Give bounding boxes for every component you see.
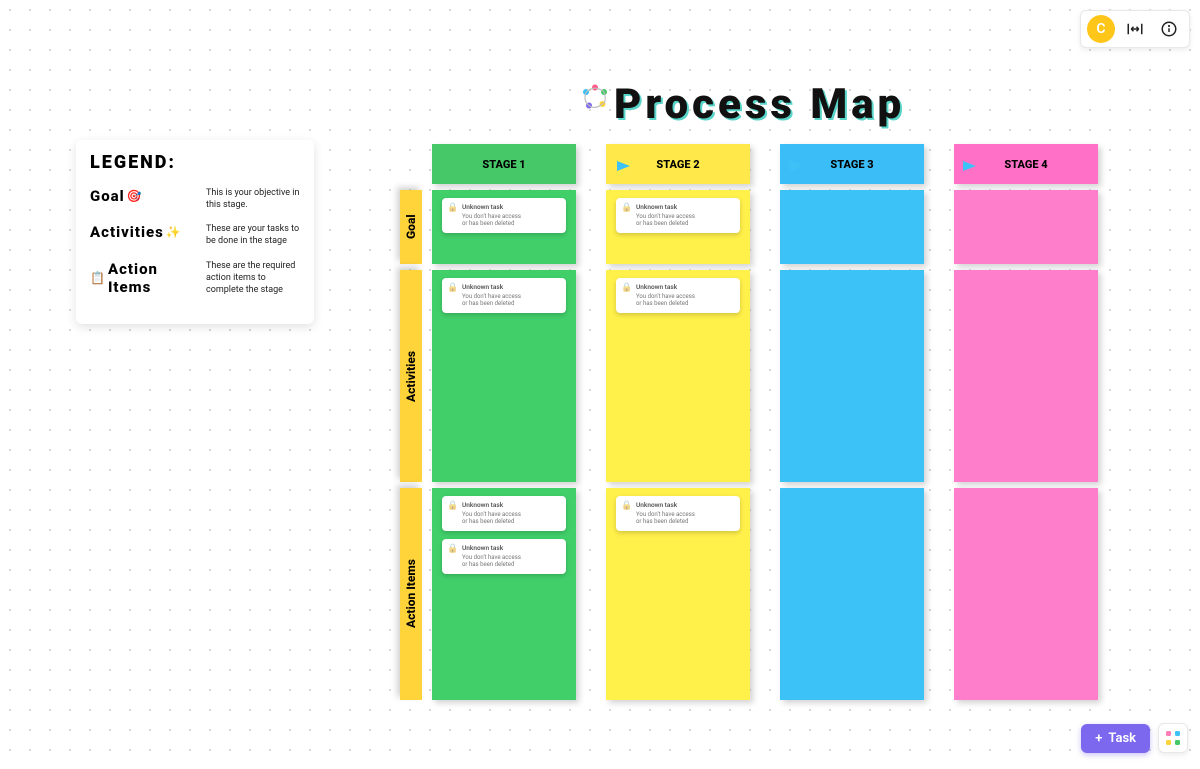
stages: STAGE 1 Unknown task You don't have acce…: [432, 144, 1098, 700]
card-unknown-task[interactable]: Unknown task You don't have access or ha…: [442, 278, 566, 313]
page-title: Process Map: [614, 80, 905, 129]
legend-desc-action-items: These are the required action items to c…: [206, 260, 300, 296]
card-line: You don't have access: [636, 293, 734, 300]
row-label-goal: Goal: [400, 190, 422, 264]
card-line: or has been deleted: [462, 518, 560, 525]
row-labels: Goal Activities Action Items: [400, 190, 422, 700]
legend-card: LEGEND: Goal🎯 This is your objective in …: [76, 140, 314, 324]
card-line: or has been deleted: [636, 518, 734, 525]
process-board: Goal Activities Action Items STAGE 1 Unk…: [400, 144, 1098, 700]
card-unknown-task[interactable]: Unknown task You don't have access or ha…: [442, 198, 566, 233]
stage-2-column: STAGE 2 Unknown task You don't have acce…: [606, 144, 750, 700]
stage-1-activities-cell[interactable]: Unknown task You don't have access or ha…: [432, 270, 576, 482]
card-line: or has been deleted: [636, 300, 734, 307]
top-toolbar: C: [1080, 10, 1190, 48]
task-button-label: Task: [1108, 731, 1136, 746]
card-title: Unknown task: [462, 203, 560, 211]
card-unknown-task[interactable]: Unknown task You don't have access or ha…: [616, 496, 740, 531]
row-label-activities: Activities: [400, 270, 422, 482]
stage-1-action-items-cell[interactable]: Unknown task You don't have access or ha…: [432, 488, 576, 700]
stage-4-action-items-cell[interactable]: [954, 488, 1098, 700]
card-unknown-task[interactable]: Unknown task You don't have access or ha…: [616, 198, 740, 233]
stage-3-column: STAGE 3: [780, 144, 924, 700]
sparkle-icon: ✨: [166, 225, 182, 239]
legend-row-action-items: 📋Action Items These are the required act…: [90, 260, 300, 296]
stage-4-goal-cell[interactable]: [954, 190, 1098, 264]
card-title: Unknown task: [462, 283, 560, 291]
stage-1-header[interactable]: STAGE 1: [432, 144, 576, 184]
card-line: You don't have access: [462, 511, 560, 518]
plus-icon: +: [1095, 731, 1102, 746]
card-unknown-task[interactable]: Unknown task You don't have access or ha…: [442, 496, 566, 531]
stage-2-goal-cell[interactable]: Unknown task You don't have access or ha…: [606, 190, 750, 264]
avatar[interactable]: C: [1087, 15, 1115, 43]
stage-4-column: STAGE 4: [954, 144, 1098, 700]
card-line: or has been deleted: [462, 220, 560, 227]
stage-2-action-items-cell[interactable]: Unknown task You don't have access or ha…: [606, 488, 750, 700]
stage-3-goal-cell[interactable]: [780, 190, 924, 264]
legend-term-goal: Goal🎯: [90, 187, 200, 205]
card-line: You don't have access: [462, 213, 560, 220]
info-icon: [1160, 20, 1178, 38]
arrow-stage3-to-stage4: [908, 158, 978, 172]
card-title: Unknown task: [636, 501, 734, 509]
page-title-wrap: Process Map: [580, 80, 905, 129]
stage-1-goal-cell[interactable]: Unknown task You don't have access or ha…: [432, 190, 576, 264]
card-line: You don't have access: [462, 554, 560, 561]
arrow-stage2-to-stage3: [735, 158, 805, 172]
target-icon: 🎯: [127, 189, 143, 203]
legend-row-activities: Activities✨ These are your tasks to be d…: [90, 223, 300, 247]
card-title: Unknown task: [636, 283, 734, 291]
card-line: or has been deleted: [636, 220, 734, 227]
fit-width-icon: [1126, 20, 1144, 38]
stage-3-action-items-cell[interactable]: [780, 488, 924, 700]
apps-button[interactable]: [1158, 723, 1188, 753]
legend-term-activities: Activities✨: [90, 223, 200, 241]
stage-4-activities-cell[interactable]: [954, 270, 1098, 482]
arrow-stage1-to-stage2: [562, 158, 632, 172]
card-title: Unknown task: [462, 501, 560, 509]
legend-term-action-items: 📋Action Items: [90, 260, 200, 296]
card-line: or has been deleted: [462, 561, 560, 568]
legend-row-goal: Goal🎯 This is your objective in this sta…: [90, 187, 300, 211]
row-label-action-items: Action Items: [400, 488, 422, 700]
task-button[interactable]: + Task: [1081, 724, 1150, 753]
clipboard-icon: 📋: [90, 271, 106, 285]
card-line: or has been deleted: [462, 300, 560, 307]
stage-3-activities-cell[interactable]: [780, 270, 924, 482]
card-title: Unknown task: [462, 544, 560, 552]
card-line: You don't have access: [636, 213, 734, 220]
legend-desc-activities: These are your tasks to be done in the s…: [206, 223, 300, 247]
stage-1-column: STAGE 1 Unknown task You don't have acce…: [432, 144, 576, 700]
legend-title: LEGEND:: [90, 152, 300, 173]
apps-icon: [1165, 730, 1181, 746]
card-title: Unknown task: [636, 203, 734, 211]
fit-width-button[interactable]: [1121, 15, 1149, 43]
card-line: You don't have access: [462, 293, 560, 300]
stage-2-activities-cell[interactable]: Unknown task You don't have access or ha…: [606, 270, 750, 482]
info-button[interactable]: [1155, 15, 1183, 43]
card-unknown-task[interactable]: Unknown task You don't have access or ha…: [442, 539, 566, 574]
process-icon: [580, 83, 610, 119]
card-line: You don't have access: [636, 511, 734, 518]
legend-desc-goal: This is your objective in this stage.: [206, 187, 300, 211]
card-unknown-task[interactable]: Unknown task You don't have access or ha…: [616, 278, 740, 313]
